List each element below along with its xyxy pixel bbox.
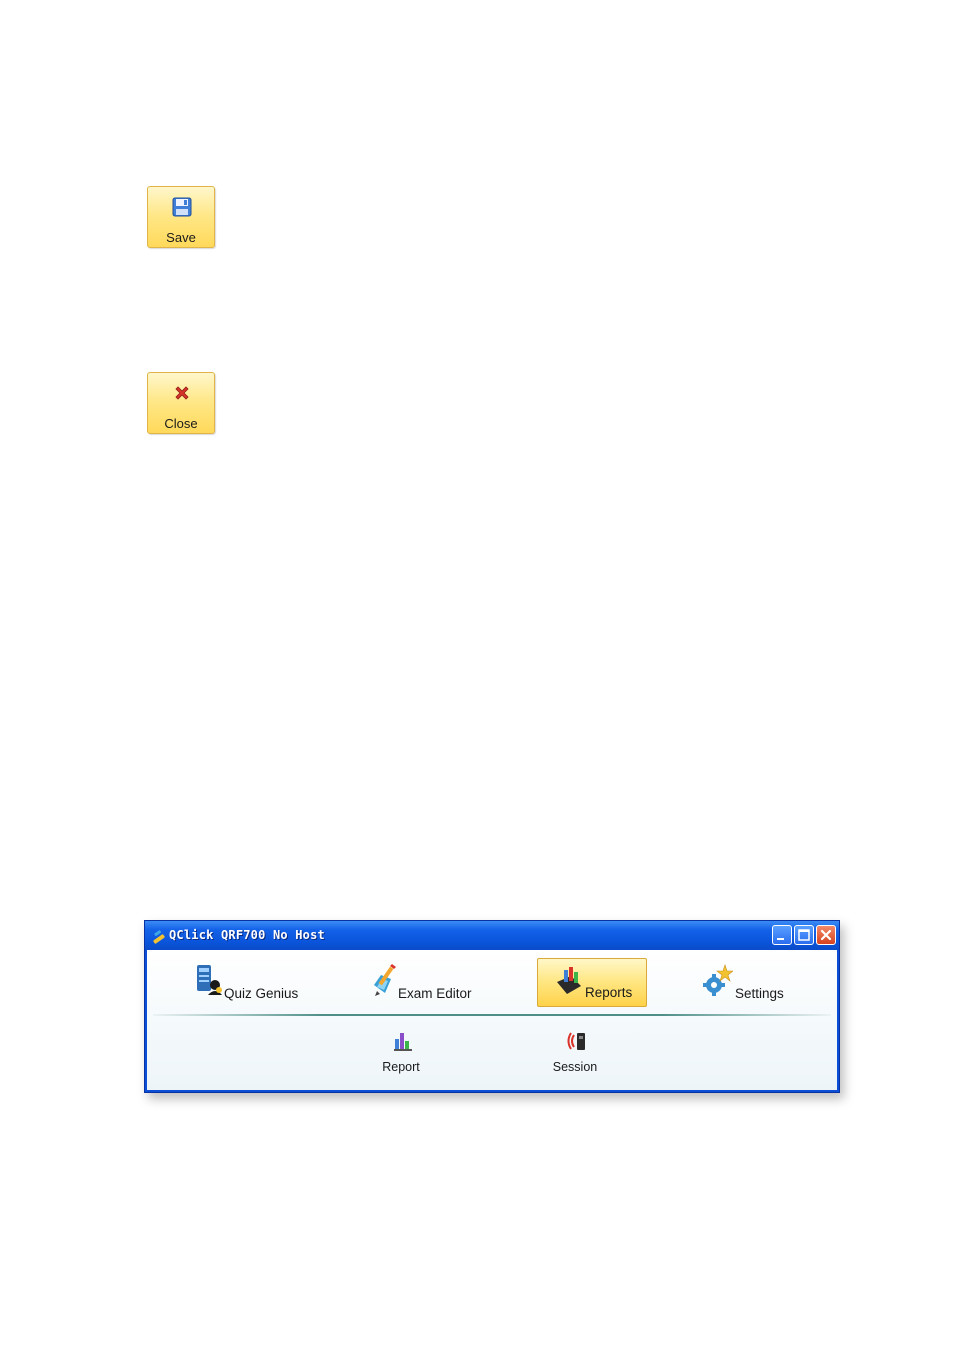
close-button-label: Close bbox=[164, 416, 198, 431]
window-close-button[interactable] bbox=[816, 925, 836, 945]
reports-icon bbox=[557, 967, 581, 994]
app-window: QClick QRF700 No Host Quiz Genius Exam E… bbox=[144, 920, 840, 1093]
toolbar-divider bbox=[153, 1014, 831, 1016]
app-logo-icon bbox=[153, 930, 165, 944]
close-button[interactable]: Close bbox=[147, 372, 215, 434]
sub-item-report-label: Report bbox=[382, 1060, 420, 1074]
save-button-label: Save bbox=[166, 230, 196, 245]
window-close-icon bbox=[820, 929, 832, 941]
maximize-icon bbox=[798, 929, 810, 941]
window-title: QClick QRF700 No Host bbox=[169, 928, 325, 942]
minimize-button[interactable] bbox=[772, 925, 792, 945]
nav-reports-label: Reports bbox=[585, 985, 633, 1000]
exam-editor-icon bbox=[374, 964, 396, 996]
nav-quiz-genius-label: Quiz Genius bbox=[224, 986, 299, 1001]
quiz-genius-icon bbox=[197, 965, 222, 995]
title-bar[interactable]: QClick QRF700 No Host bbox=[145, 921, 839, 950]
nav-settings[interactable]: Settings bbox=[703, 959, 813, 1007]
sub-item-session-label: Session bbox=[552, 1060, 598, 1074]
sub-item-session[interactable]: Session bbox=[535, 1023, 615, 1074]
nav-quiz-genius[interactable]: Quiz Genius bbox=[195, 959, 305, 1007]
floppy-disk-icon bbox=[172, 197, 192, 217]
nav-exam-editor-label: Exam Editor bbox=[398, 986, 472, 1001]
nav-exam-editor[interactable]: Exam Editor bbox=[371, 959, 481, 1007]
close-icon bbox=[175, 386, 189, 400]
nav-settings-label: Settings bbox=[735, 986, 784, 1001]
sub-item-report[interactable]: Report bbox=[361, 1023, 441, 1074]
minimize-icon bbox=[777, 938, 784, 940]
bar-chart-icon bbox=[394, 1033, 412, 1051]
nav-reports[interactable]: Reports bbox=[537, 958, 647, 1007]
maximize-button[interactable] bbox=[794, 925, 814, 945]
save-button[interactable]: Save bbox=[147, 186, 215, 248]
window-client-area: Quiz Genius Exam Editor Reports Settings… bbox=[147, 950, 837, 1090]
session-icon bbox=[567, 1032, 585, 1050]
settings-icon bbox=[703, 964, 733, 996]
